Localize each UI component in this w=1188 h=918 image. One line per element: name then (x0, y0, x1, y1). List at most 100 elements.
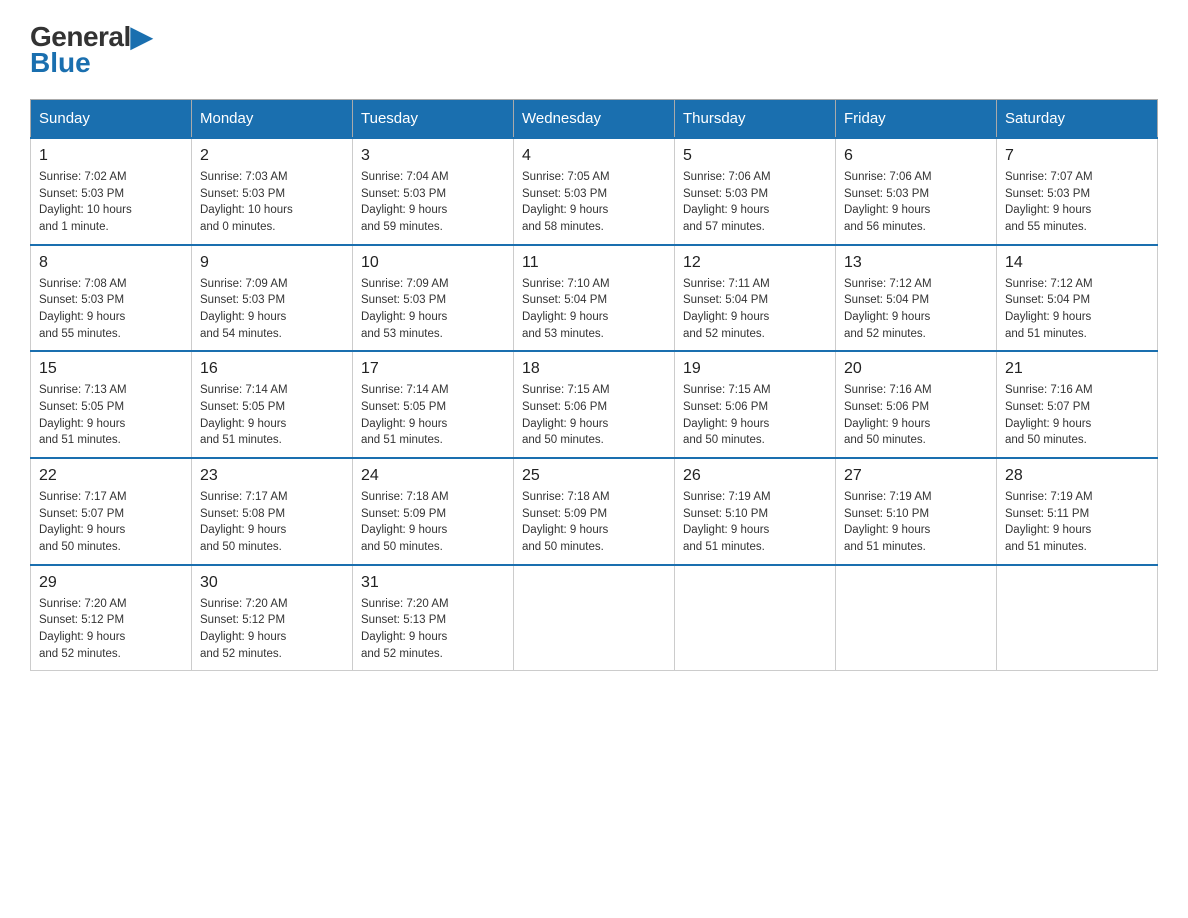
table-row: 18 Sunrise: 7:15 AMSunset: 5:06 PMDaylig… (514, 351, 675, 458)
table-row: 26 Sunrise: 7:19 AMSunset: 5:10 PMDaylig… (675, 458, 836, 565)
table-row (836, 565, 997, 671)
col-wednesday: Wednesday (514, 100, 675, 139)
table-row: 4 Sunrise: 7:05 AMSunset: 5:03 PMDayligh… (514, 138, 675, 245)
table-row: 8 Sunrise: 7:08 AMSunset: 5:03 PMDayligh… (31, 245, 192, 352)
day-info: Sunrise: 7:03 AMSunset: 5:03 PMDaylight:… (200, 169, 344, 236)
day-number: 22 (39, 467, 183, 485)
day-number: 19 (683, 360, 827, 378)
day-info: Sunrise: 7:04 AMSunset: 5:03 PMDaylight:… (361, 169, 505, 236)
day-number: 6 (844, 147, 988, 165)
table-row (675, 565, 836, 671)
table-row: 14 Sunrise: 7:12 AMSunset: 5:04 PMDaylig… (997, 245, 1158, 352)
day-info: Sunrise: 7:02 AMSunset: 5:03 PMDaylight:… (39, 169, 183, 236)
table-row: 2 Sunrise: 7:03 AMSunset: 5:03 PMDayligh… (192, 138, 353, 245)
table-row: 25 Sunrise: 7:18 AMSunset: 5:09 PMDaylig… (514, 458, 675, 565)
day-info: Sunrise: 7:12 AMSunset: 5:04 PMDaylight:… (1005, 276, 1149, 343)
day-info: Sunrise: 7:16 AMSunset: 5:07 PMDaylight:… (1005, 382, 1149, 449)
day-number: 8 (39, 254, 183, 272)
table-row: 7 Sunrise: 7:07 AMSunset: 5:03 PMDayligh… (997, 138, 1158, 245)
day-info: Sunrise: 7:19 AMSunset: 5:10 PMDaylight:… (683, 489, 827, 556)
day-info: Sunrise: 7:10 AMSunset: 5:04 PMDaylight:… (522, 276, 666, 343)
table-row: 20 Sunrise: 7:16 AMSunset: 5:06 PMDaylig… (836, 351, 997, 458)
table-row: 24 Sunrise: 7:18 AMSunset: 5:09 PMDaylig… (353, 458, 514, 565)
day-number: 30 (200, 574, 344, 592)
col-friday: Friday (836, 100, 997, 139)
day-info: Sunrise: 7:19 AMSunset: 5:11 PMDaylight:… (1005, 489, 1149, 556)
day-number: 1 (39, 147, 183, 165)
logo-blue-text: Blue (30, 47, 91, 79)
day-number: 20 (844, 360, 988, 378)
table-row: 28 Sunrise: 7:19 AMSunset: 5:11 PMDaylig… (997, 458, 1158, 565)
table-row: 16 Sunrise: 7:14 AMSunset: 5:05 PMDaylig… (192, 351, 353, 458)
day-number: 28 (1005, 467, 1149, 485)
logo: General▶ Blue (30, 20, 152, 79)
day-info: Sunrise: 7:14 AMSunset: 5:05 PMDaylight:… (200, 382, 344, 449)
day-number: 16 (200, 360, 344, 378)
table-row: 21 Sunrise: 7:16 AMSunset: 5:07 PMDaylig… (997, 351, 1158, 458)
day-info: Sunrise: 7:20 AMSunset: 5:12 PMDaylight:… (200, 596, 344, 663)
day-info: Sunrise: 7:13 AMSunset: 5:05 PMDaylight:… (39, 382, 183, 449)
table-row: 30 Sunrise: 7:20 AMSunset: 5:12 PMDaylig… (192, 565, 353, 671)
table-row: 27 Sunrise: 7:19 AMSunset: 5:10 PMDaylig… (836, 458, 997, 565)
day-info: Sunrise: 7:15 AMSunset: 5:06 PMDaylight:… (683, 382, 827, 449)
day-info: Sunrise: 7:11 AMSunset: 5:04 PMDaylight:… (683, 276, 827, 343)
table-row: 5 Sunrise: 7:06 AMSunset: 5:03 PMDayligh… (675, 138, 836, 245)
day-number: 2 (200, 147, 344, 165)
day-number: 11 (522, 254, 666, 272)
calendar-week-row: 22 Sunrise: 7:17 AMSunset: 5:07 PMDaylig… (31, 458, 1158, 565)
day-info: Sunrise: 7:09 AMSunset: 5:03 PMDaylight:… (361, 276, 505, 343)
day-info: Sunrise: 7:06 AMSunset: 5:03 PMDaylight:… (844, 169, 988, 236)
day-info: Sunrise: 7:20 AMSunset: 5:12 PMDaylight:… (39, 596, 183, 663)
calendar-week-row: 1 Sunrise: 7:02 AMSunset: 5:03 PMDayligh… (31, 138, 1158, 245)
day-number: 4 (522, 147, 666, 165)
col-tuesday: Tuesday (353, 100, 514, 139)
day-info: Sunrise: 7:14 AMSunset: 5:05 PMDaylight:… (361, 382, 505, 449)
day-number: 17 (361, 360, 505, 378)
day-info: Sunrise: 7:07 AMSunset: 5:03 PMDaylight:… (1005, 169, 1149, 236)
table-row: 15 Sunrise: 7:13 AMSunset: 5:05 PMDaylig… (31, 351, 192, 458)
day-number: 21 (1005, 360, 1149, 378)
table-row: 23 Sunrise: 7:17 AMSunset: 5:08 PMDaylig… (192, 458, 353, 565)
day-info: Sunrise: 7:20 AMSunset: 5:13 PMDaylight:… (361, 596, 505, 663)
day-info: Sunrise: 7:15 AMSunset: 5:06 PMDaylight:… (522, 382, 666, 449)
table-row: 11 Sunrise: 7:10 AMSunset: 5:04 PMDaylig… (514, 245, 675, 352)
table-row: 1 Sunrise: 7:02 AMSunset: 5:03 PMDayligh… (31, 138, 192, 245)
day-info: Sunrise: 7:19 AMSunset: 5:10 PMDaylight:… (844, 489, 988, 556)
day-number: 25 (522, 467, 666, 485)
day-number: 13 (844, 254, 988, 272)
day-info: Sunrise: 7:17 AMSunset: 5:07 PMDaylight:… (39, 489, 183, 556)
calendar-week-row: 8 Sunrise: 7:08 AMSunset: 5:03 PMDayligh… (31, 245, 1158, 352)
calendar-table: Sunday Monday Tuesday Wednesday Thursday… (30, 99, 1158, 671)
day-info: Sunrise: 7:17 AMSunset: 5:08 PMDaylight:… (200, 489, 344, 556)
day-info: Sunrise: 7:08 AMSunset: 5:03 PMDaylight:… (39, 276, 183, 343)
day-number: 15 (39, 360, 183, 378)
col-saturday: Saturday (997, 100, 1158, 139)
table-row: 29 Sunrise: 7:20 AMSunset: 5:12 PMDaylig… (31, 565, 192, 671)
table-row: 31 Sunrise: 7:20 AMSunset: 5:13 PMDaylig… (353, 565, 514, 671)
day-number: 14 (1005, 254, 1149, 272)
col-thursday: Thursday (675, 100, 836, 139)
day-number: 18 (522, 360, 666, 378)
table-row: 6 Sunrise: 7:06 AMSunset: 5:03 PMDayligh… (836, 138, 997, 245)
table-row: 3 Sunrise: 7:04 AMSunset: 5:03 PMDayligh… (353, 138, 514, 245)
day-number: 23 (200, 467, 344, 485)
day-info: Sunrise: 7:06 AMSunset: 5:03 PMDaylight:… (683, 169, 827, 236)
table-row: 19 Sunrise: 7:15 AMSunset: 5:06 PMDaylig… (675, 351, 836, 458)
day-number: 26 (683, 467, 827, 485)
day-number: 5 (683, 147, 827, 165)
day-info: Sunrise: 7:18 AMSunset: 5:09 PMDaylight:… (361, 489, 505, 556)
day-number: 7 (1005, 147, 1149, 165)
calendar-week-row: 15 Sunrise: 7:13 AMSunset: 5:05 PMDaylig… (31, 351, 1158, 458)
table-row: 22 Sunrise: 7:17 AMSunset: 5:07 PMDaylig… (31, 458, 192, 565)
day-number: 24 (361, 467, 505, 485)
day-info: Sunrise: 7:16 AMSunset: 5:06 PMDaylight:… (844, 382, 988, 449)
day-info: Sunrise: 7:05 AMSunset: 5:03 PMDaylight:… (522, 169, 666, 236)
day-number: 9 (200, 254, 344, 272)
day-number: 10 (361, 254, 505, 272)
day-number: 29 (39, 574, 183, 592)
day-info: Sunrise: 7:12 AMSunset: 5:04 PMDaylight:… (844, 276, 988, 343)
table-row: 13 Sunrise: 7:12 AMSunset: 5:04 PMDaylig… (836, 245, 997, 352)
table-row: 9 Sunrise: 7:09 AMSunset: 5:03 PMDayligh… (192, 245, 353, 352)
table-row: 10 Sunrise: 7:09 AMSunset: 5:03 PMDaylig… (353, 245, 514, 352)
table-row: 12 Sunrise: 7:11 AMSunset: 5:04 PMDaylig… (675, 245, 836, 352)
